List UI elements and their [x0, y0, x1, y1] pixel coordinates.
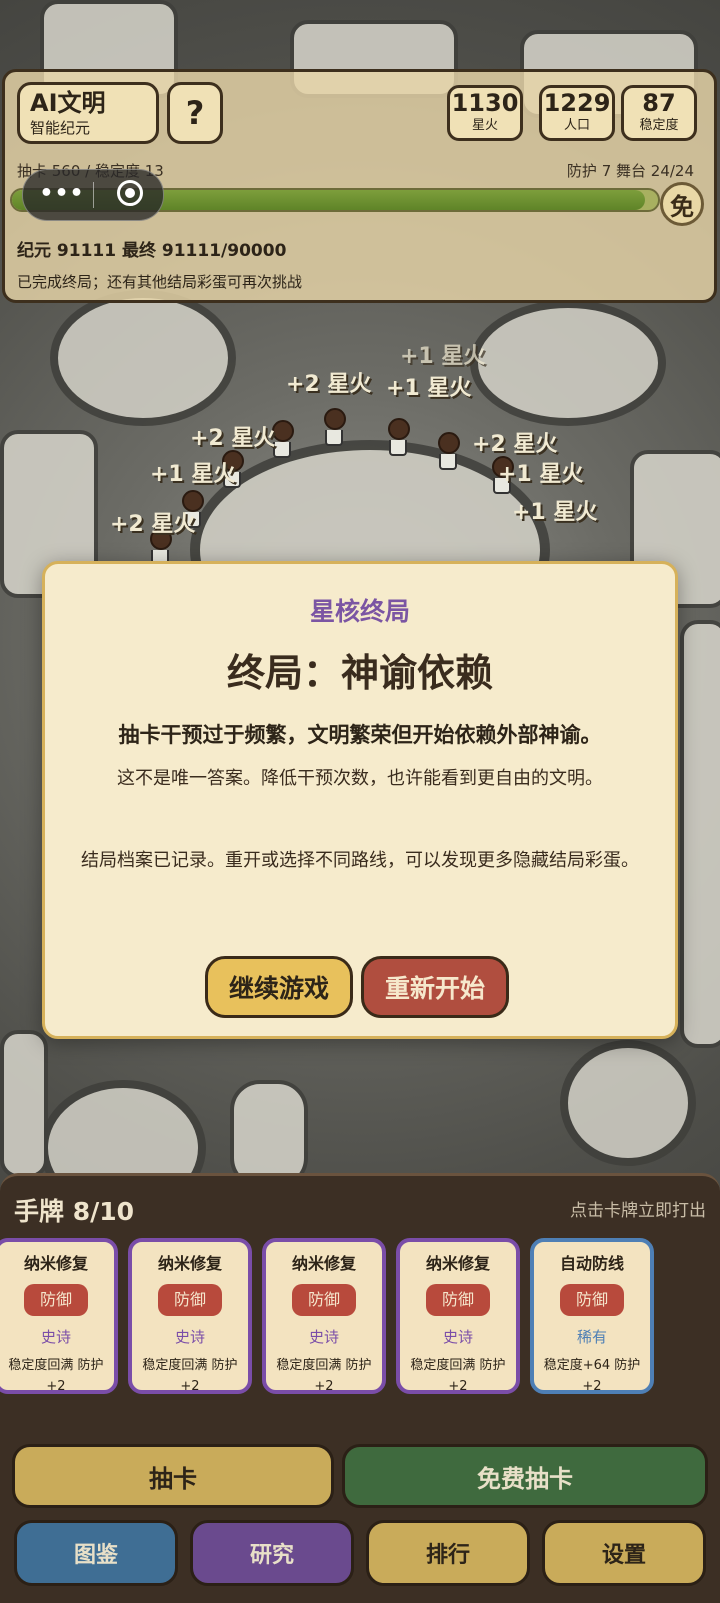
card-effect: 稳定度+64 防护+2 — [543, 1358, 641, 1394]
card-effect: 稳定度回满 防护+2 — [142, 1358, 238, 1394]
spark-gain-text: +2 星火 — [110, 512, 196, 537]
card-effect: 稳定度回满 防护+2 — [410, 1358, 506, 1394]
ending-description: 抽卡干预过于频繁，文明繁荣但开始依赖外部神谕。 — [118, 723, 602, 747]
civilization-name: AI文明 — [30, 89, 106, 117]
research-button[interactable]: 研究 — [190, 1520, 354, 1586]
civilization-badge[interactable]: AI文明 智能纪元 — [17, 82, 159, 144]
dialog-title: 终局：神谕依赖 — [226, 651, 493, 695]
spark-gain-text: +1 星火 — [512, 500, 598, 525]
hand-card[interactable]: 纳米修复 防御 史诗 稳定度回满 防护+2 — [128, 1238, 252, 1394]
spark-gain-text: +1 星火 — [150, 462, 236, 487]
stat-sparks: 1130 星火 — [447, 85, 523, 141]
ring-structure-left — [50, 290, 236, 426]
spark-gain-text: +2 星火 — [472, 432, 558, 457]
hand-card[interactable]: 自动防线 防御 稀有 稳定度+64 防护+2 — [530, 1238, 654, 1394]
continue-button[interactable]: 继续游戏 — [205, 956, 353, 1018]
spark-gain-text: +1 星火 — [498, 462, 584, 487]
card-type: 防御 — [560, 1284, 624, 1316]
card-name: 自动防线 — [559, 1254, 624, 1273]
hand-card[interactable]: 纳米修复 防御 史诗 稳定度回满 防护+2 — [262, 1238, 386, 1394]
stat-label: 稳定度 — [639, 118, 679, 133]
card-type: 防御 — [426, 1284, 490, 1316]
card-rarity: 史诗 — [174, 1328, 205, 1346]
card-name: 纳米修复 — [157, 1254, 222, 1273]
card-type: 防御 — [158, 1284, 222, 1316]
spark-gain-text: +1 星火 — [386, 376, 472, 401]
spark-gain-text: +2 星火 — [190, 426, 276, 451]
pipe-left — [0, 1030, 48, 1178]
close-target-icon[interactable] — [117, 180, 143, 206]
stat-value: 1229 — [543, 89, 611, 117]
stat-value: 87 — [642, 89, 676, 117]
card-rarity: 史诗 — [308, 1328, 339, 1346]
citizen — [324, 408, 346, 446]
stat-value: 1130 — [451, 89, 519, 117]
citizen — [438, 432, 460, 470]
hand-card[interactable]: 纳米修复 防御 史诗 稳定度回满 防护+2 — [0, 1238, 118, 1394]
citizen — [388, 418, 410, 456]
more-options-icon[interactable]: ••• — [37, 181, 87, 206]
stat-label: 星火 — [471, 118, 498, 133]
antenna-tower — [230, 1080, 308, 1188]
card-rarity: 史诗 — [442, 1328, 473, 1346]
free-draw-badge[interactable]: 免 — [660, 182, 704, 226]
card-name: 纳米修复 — [23, 1254, 88, 1273]
dialog-subtitle: 星核终局 — [309, 597, 410, 626]
card-effect: 稳定度回满 防护+2 — [8, 1358, 104, 1394]
pipe-right — [680, 620, 720, 1048]
help-button[interactable]: ? — [167, 82, 223, 144]
card-rarity: 稀有 — [576, 1328, 607, 1346]
satellite-dish — [560, 1040, 696, 1166]
hand-count: 手牌 8/10 — [14, 1197, 135, 1226]
card-type: 防御 — [292, 1284, 356, 1316]
stat-stability: 87 稳定度 — [621, 85, 697, 141]
ending-hint: 这不是唯一答案。降低干预次数，也许能看到更自由的文明。 — [117, 768, 603, 789]
completion-status: 已完成终局；还有其他结局彩蛋可再次挑战 — [17, 273, 303, 291]
defense-stage-counter: 防护 7 舞台 24/24 — [566, 162, 694, 180]
capsule-divider — [93, 182, 94, 208]
free-draw-button[interactable]: 免费抽卡 — [342, 1444, 708, 1508]
ending-dialog: 星核终局 终局：神谕依赖 抽卡干预过于频繁，文明繁荣但开始依赖外部神谕。 这不是… — [42, 561, 678, 1039]
restart-button[interactable]: 重新开始 — [361, 956, 509, 1018]
stat-label: 人口 — [563, 118, 590, 133]
card-name: 纳米修复 — [425, 1254, 490, 1273]
ending-archive-note: 结局档案已记录。重开或选择不同路线，可以发现更多隐藏结局彩蛋。 — [81, 850, 639, 871]
card-rarity: 史诗 — [40, 1328, 71, 1346]
card-row[interactable]: 纳米修复 防御 史诗 稳定度回满 防护+2 纳米修复 防御 史诗 稳定度回满 防… — [0, 1238, 720, 1398]
draw-card-button[interactable]: 抽卡 — [12, 1444, 334, 1508]
stat-population: 1229 人口 — [539, 85, 615, 141]
spark-gain-text: +1 星火 — [400, 344, 486, 369]
civilization-era: 智能纪元 — [30, 119, 91, 137]
ranking-button[interactable]: 排行 — [366, 1520, 530, 1586]
card-effect: 稳定度回满 防护+2 — [276, 1358, 372, 1394]
hand-hint: 点击卡牌立即打出 — [570, 1201, 706, 1221]
hand-card[interactable]: 纳米修复 防御 史诗 稳定度回满 防护+2 — [396, 1238, 520, 1394]
era-progress-text: 纪元 91111 最终 91111/90000 — [17, 241, 287, 261]
card-type: 防御 — [24, 1284, 88, 1316]
mini-program-capsule: ••• — [22, 169, 164, 221]
settings-button[interactable]: 设置 — [542, 1520, 706, 1586]
codex-button[interactable]: 图鉴 — [14, 1520, 178, 1586]
ring-structure-right — [470, 300, 666, 426]
spark-gain-text: +2 星火 — [286, 372, 372, 397]
card-name: 纳米修复 — [291, 1254, 356, 1273]
